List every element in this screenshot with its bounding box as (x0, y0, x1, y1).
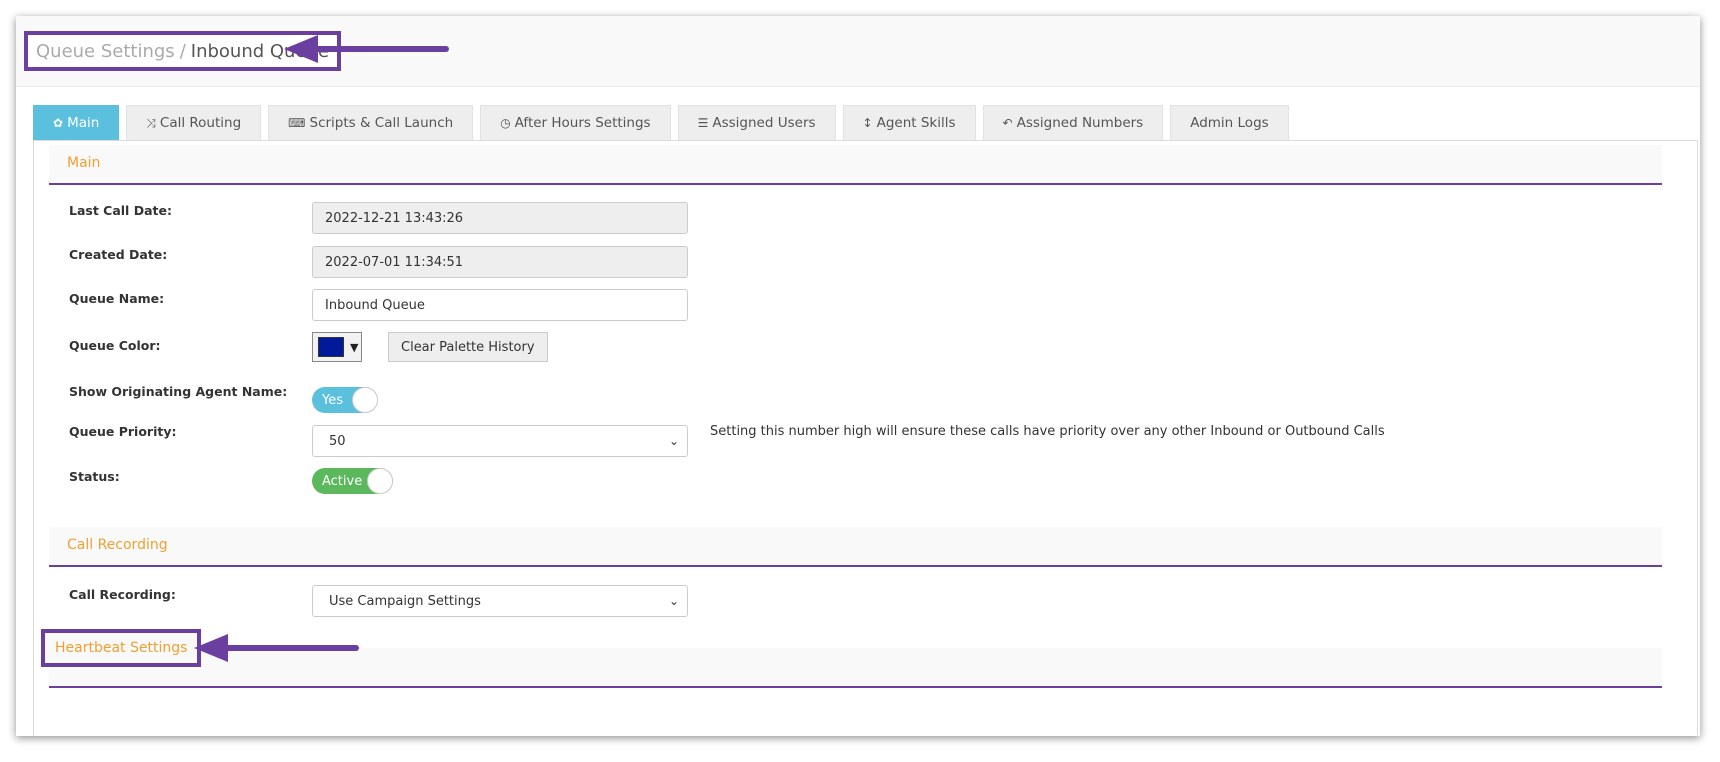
tab-label: Agent Skills (876, 115, 956, 131)
call-recording-label: Call Recording: (69, 587, 176, 602)
tab-call-routing[interactable]: ⤨ Call Routing (126, 105, 262, 140)
tab-label: After Hours Settings (514, 115, 651, 131)
section-title: Main (67, 155, 101, 171)
queue-priority-select[interactable]: 50 ⌄ (312, 425, 688, 457)
chevron-down-icon: ⌄ (668, 594, 679, 608)
page-header: Queue Settings / Inbound Queue (16, 16, 1700, 87)
clear-palette-history-button[interactable]: Clear Palette History (388, 332, 548, 362)
toggle-knob (367, 468, 393, 494)
toggle-label: Active (322, 473, 363, 489)
list-icon: ☰ (697, 116, 709, 130)
queue-name-label: Queue Name: (69, 291, 165, 306)
toggle-label: Yes (322, 392, 343, 408)
breadcrumb-parent-link[interactable]: Queue Settings (36, 41, 175, 62)
color-swatch (318, 337, 344, 357)
chevron-down-icon: ⌄ (668, 434, 679, 448)
tab-label: Admin Logs (1190, 115, 1269, 131)
heartbeat-settings-highlight: Heartbeat Settings (41, 629, 202, 667)
annotation-arrow-icon (284, 35, 449, 63)
tab-main[interactable]: ✿ Main (33, 105, 120, 140)
toggle-knob (352, 387, 378, 413)
tab-label: Assigned Numbers (1016, 115, 1144, 131)
tab-label: Scripts & Call Launch (309, 115, 454, 131)
annotation-arrow-icon (194, 634, 359, 662)
call-recording-select[interactable]: Use Campaign Settings ⌄ (312, 585, 688, 617)
clock-icon: ◷ (500, 116, 511, 130)
tab-label: Assigned Users (712, 115, 816, 131)
section-header-call-recording: Call Recording (49, 527, 1662, 567)
show-agent-name-label: Show Originating Agent Name: (69, 384, 288, 399)
status-toggle[interactable]: Active (312, 468, 393, 494)
app-window: Queue Settings / Inbound Queue ✿ Main ⤨ … (16, 16, 1700, 736)
created-date-label: Created Date: (69, 247, 168, 262)
status-label: Status: (69, 469, 120, 484)
queue-name-input[interactable]: Inbound Queue (312, 289, 688, 321)
tab-bar: ✿ Main ⤨ Call Routing ⌨ Scripts & Call L… (33, 105, 1296, 141)
last-call-date-field: 2022-12-21 13:43:26 (312, 202, 688, 234)
queue-color-picker[interactable]: ▼ (312, 332, 362, 362)
select-value: 50 (329, 433, 346, 449)
section-title: Call Recording (67, 537, 168, 553)
shuffle-icon: ⤨ (146, 115, 156, 130)
section-title: Heartbeat Settings (55, 640, 188, 656)
reply-all-icon: ↶ (1002, 116, 1013, 130)
tab-label: Main (67, 115, 100, 131)
tab-scripts-call-launch[interactable]: ⌨ Scripts & Call Launch (268, 105, 474, 140)
vertical-arrows-icon: ↕ (862, 116, 873, 130)
tab-assigned-users[interactable]: ☰ Assigned Users (677, 105, 836, 140)
tab-after-hours-settings[interactable]: ◷ After Hours Settings (480, 105, 671, 140)
breadcrumb-separator: / (179, 40, 186, 62)
queue-priority-label: Queue Priority: (69, 424, 177, 439)
show-agent-name-toggle[interactable]: Yes (312, 387, 378, 413)
keyboard-icon: ⌨ (288, 116, 306, 130)
select-value: Use Campaign Settings (329, 593, 481, 609)
last-call-date-label: Last Call Date: (69, 203, 172, 218)
tab-label: Call Routing (159, 115, 242, 131)
tab-agent-skills[interactable]: ↕ Agent Skills (842, 105, 976, 140)
tab-assigned-numbers[interactable]: ↶ Assigned Numbers (982, 105, 1164, 140)
tab-content-panel: Main Last Call Date: 2022-12-21 13:43:26… (33, 140, 1698, 736)
tab-admin-logs[interactable]: Admin Logs (1170, 105, 1289, 140)
section-header-main: Main (49, 145, 1662, 185)
caret-down-icon: ▼ (350, 340, 359, 354)
queue-priority-hint: Setting this number high will ensure the… (710, 424, 1385, 439)
gear-icon: ✿ (53, 116, 64, 130)
created-date-field: 2022-07-01 11:34:51 (312, 246, 688, 278)
queue-color-label: Queue Color: (69, 338, 161, 353)
